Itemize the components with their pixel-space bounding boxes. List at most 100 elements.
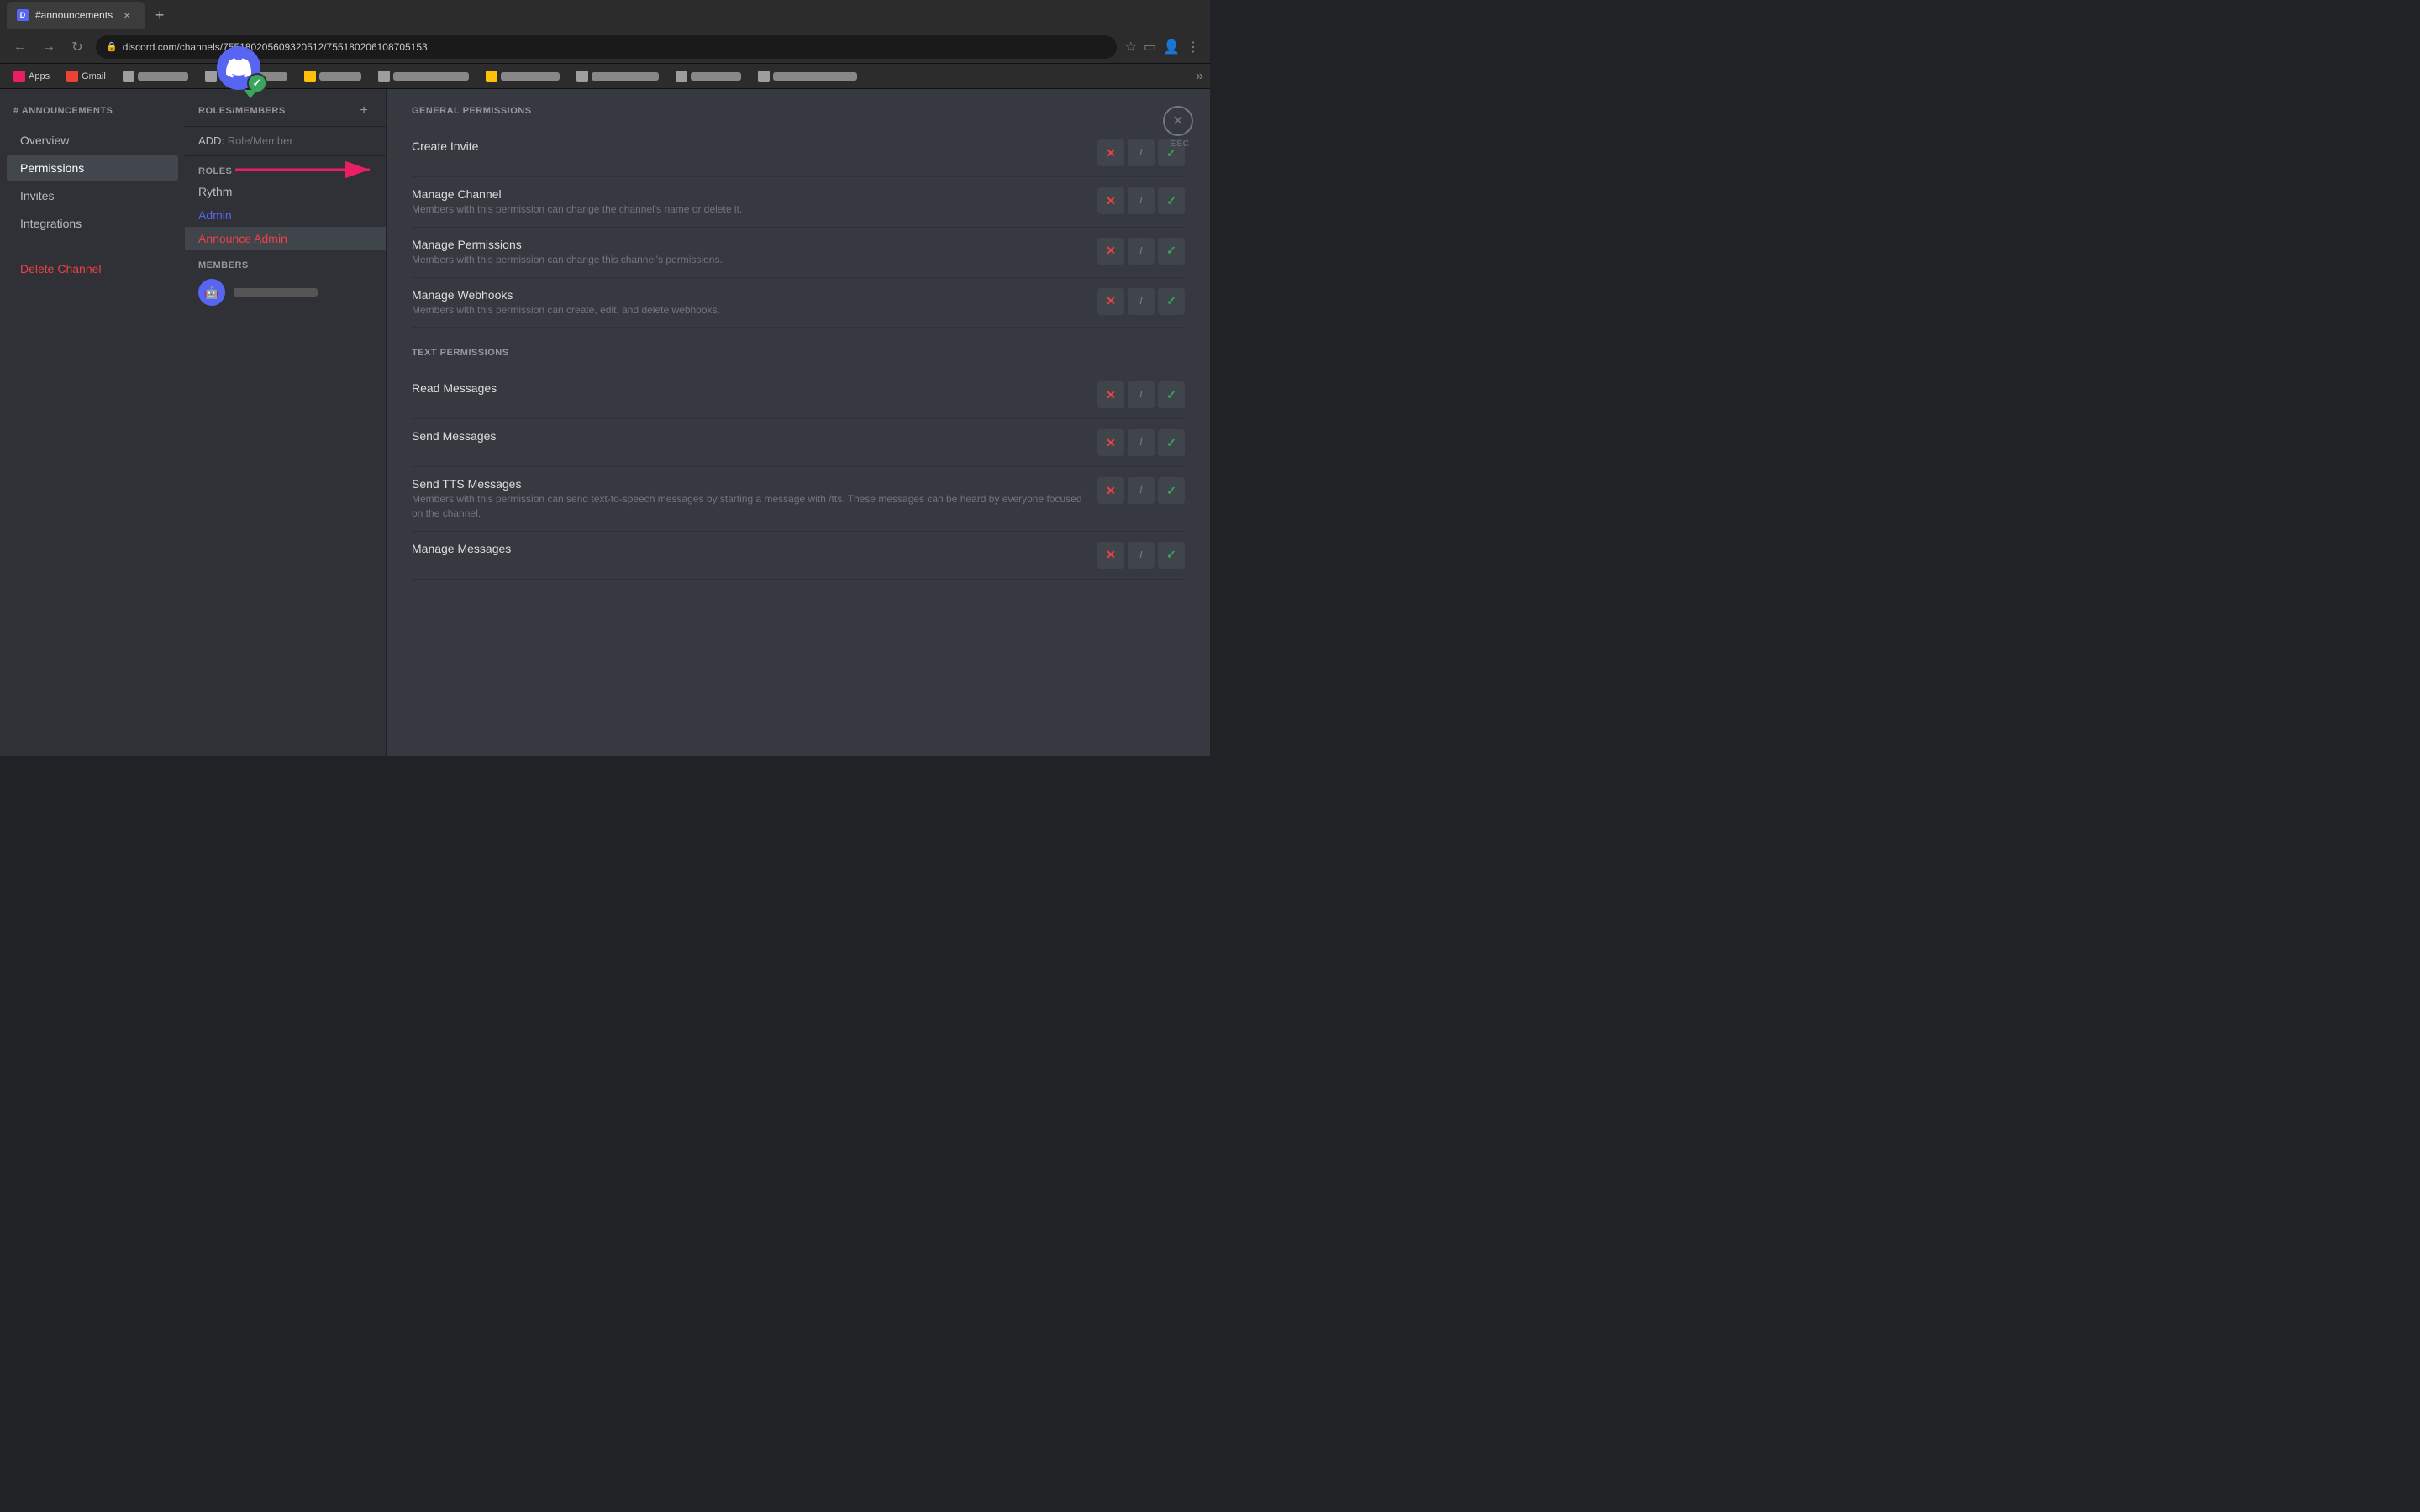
bookmark-apps[interactable]: Apps <box>7 69 56 84</box>
permission-info-create-invite: Create Invite <box>412 139 1084 155</box>
bookmark-9-icon <box>676 71 687 82</box>
gmail-icon <box>66 71 78 82</box>
forward-button[interactable]: → <box>39 37 59 57</box>
bookmark-7-icon <box>486 71 497 82</box>
url-text: discord.com/channels/755180205609320512/… <box>123 41 428 53</box>
tab-close-button[interactable]: × <box>119 8 134 23</box>
bookmark-10-label <box>773 72 857 81</box>
tab-favicon: D <box>17 9 29 21</box>
sidebar-item-overview[interactable]: Overview <box>7 127 178 154</box>
neutral-send-messages[interactable]: / <box>1128 429 1155 456</box>
allow-manage-permissions[interactable]: ✓ <box>1158 238 1185 265</box>
tab-bar: D #announcements × + <box>0 0 1210 30</box>
bookmark-9[interactable] <box>669 69 748 84</box>
active-tab[interactable]: D #announcements × <box>7 2 145 29</box>
back-button[interactable]: ← <box>10 37 30 57</box>
deny-manage-permissions[interactable]: ✕ <box>1097 238 1124 265</box>
bookmark-gmail[interactable]: Gmail <box>60 69 113 84</box>
lock-icon: 🔒 <box>106 41 118 52</box>
deny-manage-messages[interactable]: ✕ <box>1097 542 1124 569</box>
neutral-manage-permissions[interactable]: / <box>1128 238 1155 265</box>
bookmark-4-label <box>220 72 287 81</box>
bookmark-6-icon <box>378 71 390 82</box>
cast-icon[interactable]: ▭ <box>1144 39 1156 55</box>
neutral-send-tts[interactable]: / <box>1128 477 1155 504</box>
bookmark-9-label <box>691 72 741 81</box>
role-item-rythm[interactable]: Rythm <box>185 180 386 203</box>
permission-controls-read-messages: ✕ / ✓ <box>1097 381 1185 408</box>
neutral-read-messages[interactable]: / <box>1128 381 1155 408</box>
star-icon[interactable]: ☆ <box>1125 39 1137 55</box>
add-role-button[interactable]: + <box>355 102 372 119</box>
permission-info-manage-permissions: Manage Permissions Members with this per… <box>412 238 1084 267</box>
permission-name-manage-webhooks: Manage Webhooks <box>412 288 1084 302</box>
permission-name-create-invite: Create Invite <box>412 139 1084 153</box>
deny-read-messages[interactable]: ✕ <box>1097 381 1124 408</box>
new-tab-button[interactable]: + <box>148 3 171 27</box>
permission-name-manage-messages: Manage Messages <box>412 542 1084 555</box>
deny-send-messages[interactable]: ✕ <box>1097 429 1124 456</box>
role-item-admin[interactable]: Admin <box>185 203 386 227</box>
roles-section-label: ROLES <box>185 156 386 180</box>
allow-send-messages[interactable]: ✓ <box>1158 429 1185 456</box>
permission-row-send-messages: Send Messages ✕ / ✓ <box>412 419 1185 467</box>
profile-icon[interactable]: 👤 <box>1163 39 1180 55</box>
roles-panel-header: ROLES/MEMBERS + <box>185 89 386 127</box>
deny-send-tts[interactable]: ✕ <box>1097 477 1124 504</box>
menu-icon[interactable]: ⋮ <box>1186 39 1200 55</box>
members-section-label: MEMBERS <box>185 250 386 274</box>
bookmark-7[interactable] <box>479 69 566 84</box>
allow-manage-messages[interactable]: ✓ <box>1158 542 1185 569</box>
bookmark-6-label <box>393 72 469 81</box>
close-label: ESC <box>1170 139 1190 149</box>
permission-name-send-tts: Send TTS Messages <box>412 477 1084 491</box>
bookmark-8-icon <box>576 71 588 82</box>
bookmark-8[interactable] <box>570 69 666 84</box>
neutral-create-invite[interactable]: / <box>1128 139 1155 166</box>
bookmark-10[interactable] <box>751 69 864 84</box>
add-label: ADD: Role/Member <box>198 134 293 147</box>
bookmark-3[interactable] <box>116 69 195 84</box>
sidebar-item-permissions[interactable]: Permissions <box>7 155 178 181</box>
roles-panel-title: ROLES/MEMBERS <box>198 106 286 116</box>
permission-controls-send-messages: ✕ / ✓ <box>1097 429 1185 456</box>
permission-desc-manage-webhooks: Members with this permission can create,… <box>412 303 1084 318</box>
neutral-manage-messages[interactable]: / <box>1128 542 1155 569</box>
deny-manage-webhooks[interactable]: ✕ <box>1097 288 1124 315</box>
permission-row-manage-messages: Manage Messages ✕ / ✓ <box>412 532 1185 580</box>
deny-create-invite[interactable]: ✕ <box>1097 139 1124 166</box>
permission-info-send-tts: Send TTS Messages Members with this perm… <box>412 477 1084 521</box>
allow-send-tts[interactable]: ✓ <box>1158 477 1185 504</box>
bookmark-3-label <box>138 72 188 81</box>
deny-manage-channel[interactable]: ✕ <box>1097 187 1124 214</box>
permission-row-send-tts: Send TTS Messages Members with this perm… <box>412 467 1185 532</box>
bookmark-10-icon <box>758 71 770 82</box>
sidebar-item-delete-channel[interactable]: Delete Channel <box>7 255 178 282</box>
permission-row-create-invite: Create Invite ✕ / ✓ <box>412 129 1185 177</box>
gmail-label: Gmail <box>82 71 106 81</box>
sidebar-item-integrations[interactable]: Integrations <box>7 210 178 237</box>
bookmark-4[interactable] <box>198 69 294 84</box>
member-item-0[interactable]: 🤖 <box>185 274 386 311</box>
bookmark-5[interactable] <box>297 69 368 84</box>
allow-manage-channel[interactable]: ✓ <box>1158 187 1185 214</box>
permission-info-manage-webhooks: Manage Webhooks Members with this permis… <box>412 288 1084 318</box>
reload-button[interactable]: ↻ <box>67 37 87 57</box>
permission-desc-manage-permissions: Members with this permission can change … <box>412 253 1084 267</box>
url-field[interactable]: 🔒 discord.com/channels/75518020560932051… <box>96 35 1117 59</box>
role-item-announce-admin[interactable]: Announce Admin <box>185 227 386 250</box>
more-bookmarks-button[interactable]: » <box>1196 69 1203 84</box>
permission-controls-manage-permissions: ✕ / ✓ <box>1097 238 1185 265</box>
main-content: ROLES/MEMBERS + ADD: Role/Member ROLES R… <box>185 89 1210 756</box>
sidebar-item-invites[interactable]: Invites <box>7 182 178 209</box>
permission-row-manage-channel: Manage Channel Members with this permiss… <box>412 177 1185 228</box>
permission-info-read-messages: Read Messages <box>412 381 1084 396</box>
close-button[interactable]: ✕ <box>1163 106 1193 136</box>
bookmark-6[interactable] <box>371 69 476 84</box>
allow-read-messages[interactable]: ✓ <box>1158 381 1185 408</box>
neutral-manage-channel[interactable]: / <box>1128 187 1155 214</box>
neutral-manage-webhooks[interactable]: / <box>1128 288 1155 315</box>
permission-controls-manage-messages: ✕ / ✓ <box>1097 542 1185 569</box>
permission-controls-manage-webhooks: ✕ / ✓ <box>1097 288 1185 315</box>
allow-manage-webhooks[interactable]: ✓ <box>1158 288 1185 315</box>
